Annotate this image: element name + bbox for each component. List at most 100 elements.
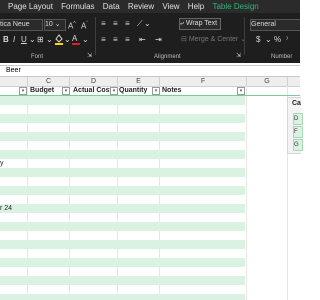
table-row[interactable] [0, 276, 300, 285]
row-band [0, 204, 245, 213]
header-budget[interactable]: Budget [30, 86, 54, 95]
orientation-dropdown-icon[interactable]: ⌄ [144, 19, 151, 29]
merge-center-button[interactable]: ⊟ Merge & Center ⌄ [181, 35, 246, 45]
font-dialog-launcher-icon[interactable]: ⇲ [87, 51, 92, 61]
side-card-item[interactable]: G [293, 139, 303, 151]
table-row[interactable] [0, 285, 300, 294]
font-color-dropdown-icon[interactable]: ⌄ [82, 35, 89, 45]
number-format-select[interactable]: General [250, 19, 300, 31]
table-row[interactable] [0, 294, 300, 300]
side-card-item[interactable]: F [293, 126, 303, 138]
table-row[interactable] [0, 123, 300, 132]
menu-review[interactable]: Review [125, 0, 157, 13]
row-label-cell[interactable]: r 24 [0, 204, 12, 213]
spreadsheet-grid: ▾ Budget ▾ Actual Cost ▾ Quantity ▾ Note… [0, 86, 300, 300]
wrap-text-label: Wrap Text [185, 20, 218, 27]
row-band [0, 96, 245, 105]
table-row[interactable] [0, 114, 300, 123]
table-row[interactable] [0, 267, 300, 276]
table-row[interactable]: y [0, 159, 300, 168]
underline-icon[interactable]: U [21, 35, 27, 45]
row-band [0, 132, 245, 141]
table-row[interactable] [0, 222, 300, 231]
decrease-font-size-icon[interactable]: Aˇ [81, 19, 88, 32]
merge-center-icon: ⊟ [181, 36, 187, 43]
row-label-cell[interactable]: y [0, 159, 4, 168]
currency-icon[interactable]: $ [256, 35, 260, 45]
percent-icon[interactable]: % [274, 35, 281, 45]
table-row[interactable] [0, 96, 300, 105]
table-row[interactable] [0, 231, 300, 240]
row-band [0, 222, 245, 231]
menu-page-layout[interactable]: Page Layout [0, 0, 56, 13]
table-row[interactable] [0, 195, 300, 204]
header-quantity[interactable]: Quantity [119, 86, 147, 95]
column-header-b[interactable] [0, 77, 28, 86]
orientation-icon[interactable]: ⟋ [137, 19, 143, 29]
formula-bar: Beer [0, 63, 300, 78]
filter-dropdown-icon[interactable]: ▾ [152, 87, 160, 95]
svg-text:A: A [72, 34, 78, 43]
underline-dropdown-icon[interactable]: ⌄ [29, 35, 36, 45]
side-card-item[interactable]: D [293, 113, 303, 125]
fill-dropdown-icon[interactable]: ⌄ [64, 35, 71, 45]
formula-value: Beer [6, 67, 21, 74]
table-row[interactable] [0, 141, 300, 150]
menu-help[interactable]: Help [185, 0, 207, 13]
table-row[interactable] [0, 105, 300, 114]
table-row[interactable] [0, 132, 300, 141]
table-row[interactable] [0, 249, 300, 258]
row-band [0, 258, 245, 267]
filter-dropdown-icon[interactable]: ▾ [110, 87, 118, 95]
table-row[interactable] [0, 213, 300, 222]
table-row[interactable]: r 24 [0, 204, 300, 213]
table-row[interactable] [0, 240, 300, 249]
column-header-f[interactable]: F [160, 77, 247, 86]
decrease-indent-icon[interactable]: ⇤ [139, 35, 146, 45]
menu-data[interactable]: Data [100, 0, 123, 13]
comma-style-icon[interactable]: ⁾ [286, 35, 288, 45]
row-band [0, 114, 245, 123]
menu-view[interactable]: View [159, 0, 182, 13]
menu-table-design[interactable]: Table Design [209, 0, 261, 13]
borders-dropdown-icon[interactable]: ⌄ [46, 35, 53, 45]
alignment-group-label: Alignment [154, 54, 181, 60]
bold-icon[interactable]: B [3, 35, 9, 45]
row-band [0, 294, 245, 300]
column-header-c[interactable]: C [28, 77, 70, 86]
column-header-e[interactable]: E [118, 77, 160, 86]
font-size-box[interactable]: 10 ⌄ [44, 19, 66, 31]
column-header-d[interactable]: D [70, 77, 118, 86]
align-middle-icon[interactable]: ≡ [113, 19, 118, 29]
filter-dropdown-icon[interactable]: ▾ [62, 87, 70, 95]
alignment-dialog-launcher-icon[interactable]: ⇲ [236, 51, 241, 61]
column-header-g[interactable]: G [247, 77, 288, 86]
table-row[interactable] [0, 150, 300, 159]
align-bottom-icon[interactable]: ≡ [125, 19, 130, 29]
italic-icon[interactable]: I [13, 35, 15, 45]
font-color-icon[interactable]: A [71, 33, 81, 48]
filter-dropdown-icon[interactable]: ▾ [237, 87, 245, 95]
borders-icon[interactable]: ⊞ [37, 35, 44, 45]
fill-color-icon[interactable] [54, 33, 64, 48]
currency-dropdown-icon[interactable]: ⌄ [265, 35, 272, 45]
increase-indent-icon[interactable]: ⇥ [155, 35, 162, 45]
header-actual-cost[interactable]: Actual Cost [73, 86, 112, 95]
table-row[interactable] [0, 177, 300, 186]
align-center-icon[interactable]: ≡ [113, 35, 118, 45]
table-row[interactable] [0, 168, 300, 177]
font-name-box[interactable]: tica Neue [0, 19, 43, 31]
formula-input[interactable]: Beer [0, 65, 300, 77]
align-left-icon[interactable]: ≡ [101, 35, 106, 45]
header-notes[interactable]: Notes [162, 86, 181, 95]
menu-formulas[interactable]: Formulas [58, 0, 97, 13]
filter-dropdown-icon[interactable]: ▾ [19, 87, 27, 95]
align-top-icon[interactable]: ≡ [101, 19, 106, 29]
align-right-icon[interactable]: ≡ [125, 35, 130, 45]
table-row[interactable] [0, 258, 300, 267]
table-row[interactable] [0, 186, 300, 195]
ribbon-separator [95, 17, 96, 55]
table-header-row: ▾ Budget ▾ Actual Cost ▾ Quantity ▾ Note… [0, 86, 300, 96]
wrap-text-button[interactable]: ⤶ Wrap Text [179, 18, 221, 30]
increase-font-size-icon[interactable]: A^ [68, 19, 76, 32]
